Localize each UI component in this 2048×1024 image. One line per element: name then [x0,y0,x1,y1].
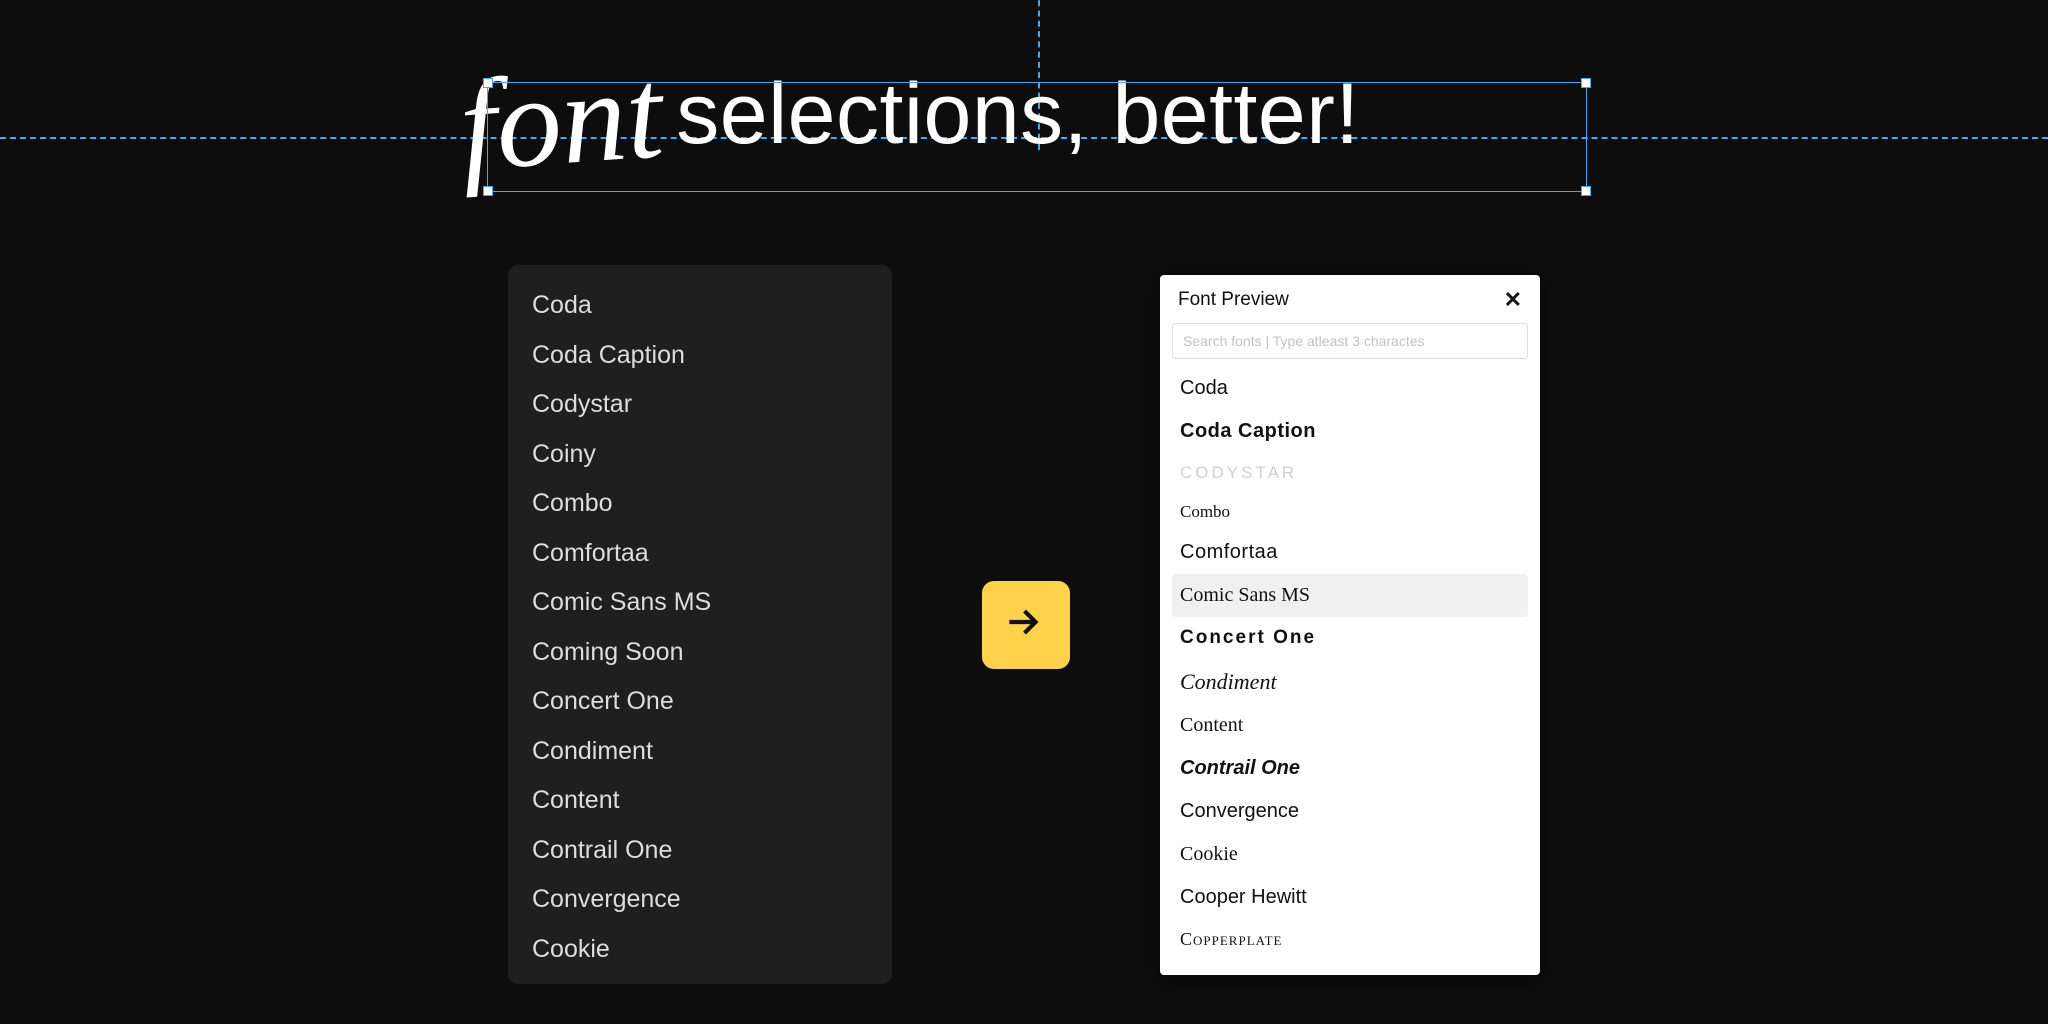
font-preview-item[interactable]: Comic Sans MS [1172,574,1528,617]
font-search-input[interactable] [1172,323,1528,359]
font-list-item[interactable]: Concert One [508,677,892,727]
font-preview-item[interactable]: Coda Caption [1172,410,1528,453]
arrow-right-badge [982,581,1070,669]
font-preview-item[interactable]: Cooper Hewitt [1172,876,1528,919]
font-preview-list: CodaCoda CaptionCODYSTARComboComfortaaCo… [1160,367,1540,975]
selection-frame[interactable] [487,82,1587,192]
resize-handle-tl[interactable] [483,78,493,88]
font-preview-item[interactable]: CODYSTAR [1172,453,1528,492]
font-list-item[interactable]: Coda Caption [508,331,892,381]
font-list-item[interactable]: Coiny [508,430,892,480]
close-icon[interactable]: ✕ [1504,289,1522,311]
font-list-item[interactable]: Content [508,776,892,826]
font-preview-item[interactable]: Coda [1172,367,1528,410]
font-preview-item[interactable]: Concert One [1172,617,1528,659]
font-preview-item[interactable]: Convergence [1172,790,1528,833]
arrow-right-icon [1001,597,1051,652]
resize-handle-br[interactable] [1581,186,1591,196]
font-preview-item[interactable]: Content [1172,704,1528,747]
font-preview-panel: Font Preview ✕ CodaCoda CaptionCODYSTARC… [1160,275,1540,975]
font-preview-item[interactable]: Cookie [1172,833,1528,876]
font-list-item[interactable]: Comfortaa [508,529,892,579]
font-list-item[interactable]: Codystar [508,380,892,430]
font-list-item[interactable]: Coming Soon [508,628,892,678]
font-list-item[interactable]: Convergence [508,875,892,925]
font-preview-title: Font Preview [1178,289,1289,311]
resize-handle-tr[interactable] [1581,78,1591,88]
resize-handle-bl[interactable] [483,186,493,196]
font-preview-item[interactable]: Contrail One [1172,747,1528,790]
plain-font-list-panel: CodaCoda CaptionCodystarCoinyComboComfor… [508,265,892,984]
font-list-item[interactable]: Comic Sans MS [508,578,892,628]
font-preview-header: Font Preview ✕ [1160,275,1540,323]
font-list-item[interactable]: Condiment [508,727,892,777]
font-preview-item[interactable]: Comfortaa [1172,531,1528,574]
font-preview-item[interactable]: Combo [1172,492,1528,531]
font-list-item[interactable]: Contrail One [508,826,892,876]
font-list-item[interactable]: Combo [508,479,892,529]
font-list-item[interactable]: Coda [508,281,892,331]
font-list-item[interactable]: Cookie [508,925,892,975]
font-preview-item[interactable]: Copperplate [1172,919,1528,960]
font-preview-item[interactable]: Condiment [1172,659,1528,705]
